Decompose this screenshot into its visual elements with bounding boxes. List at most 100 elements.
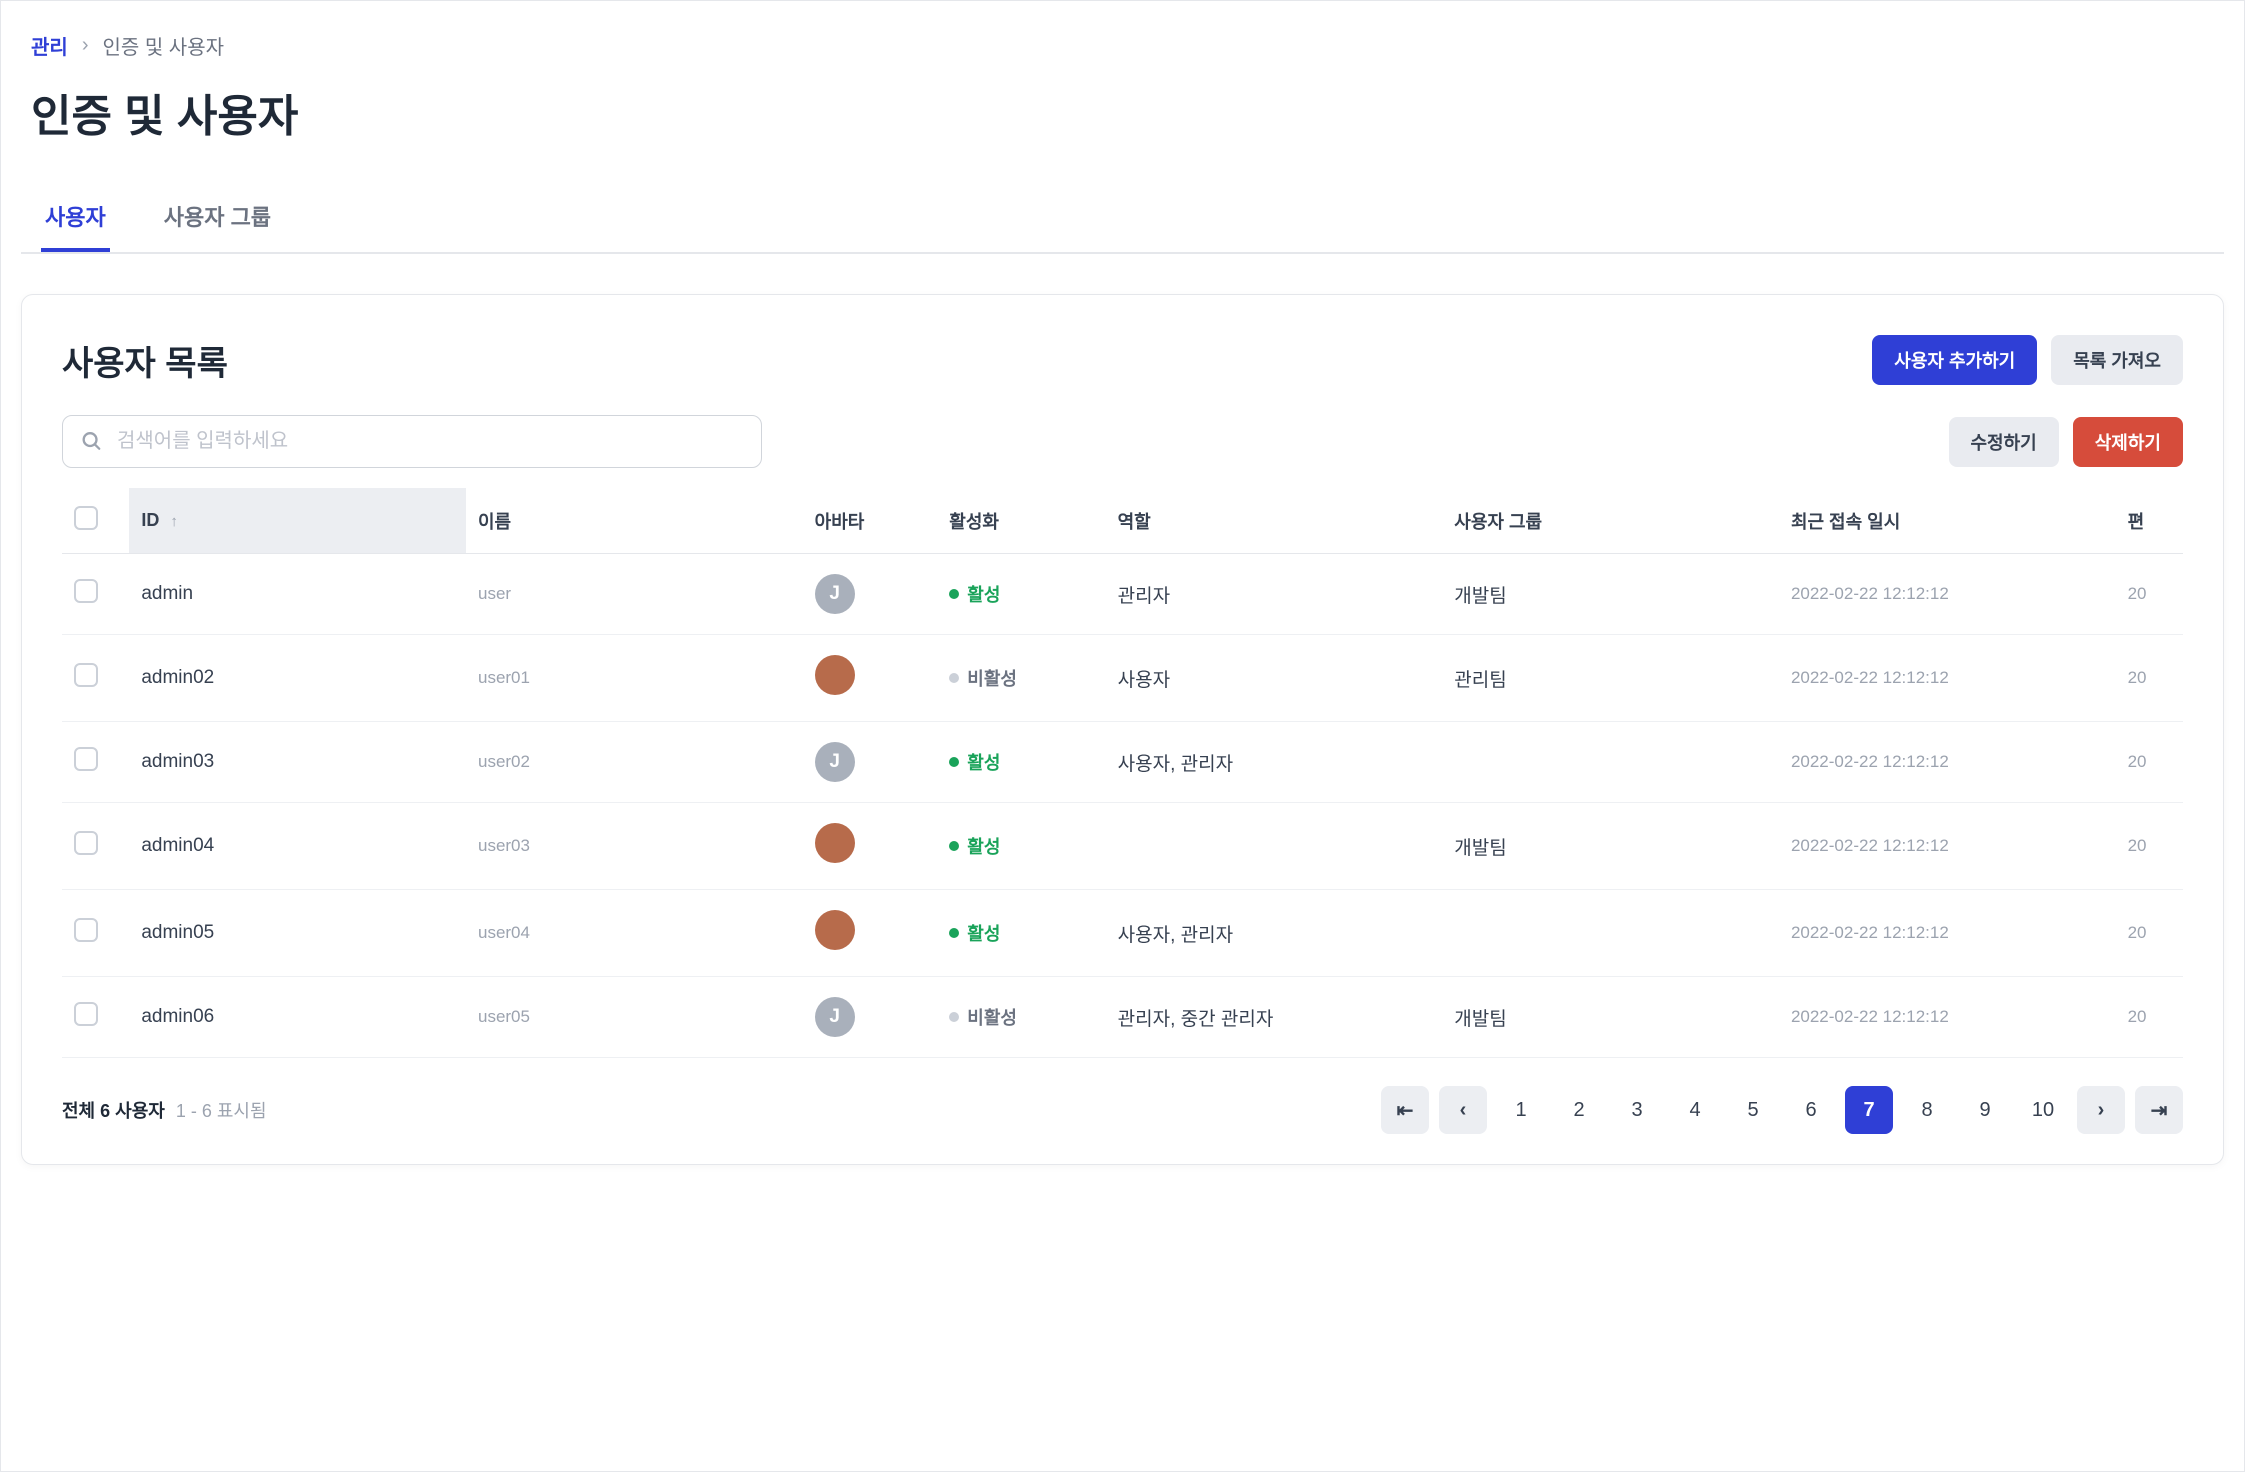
page-title: 인증 및 사용자 [31,80,2224,144]
status-dot-icon [949,841,959,851]
status-dot-icon [949,673,959,683]
table-row[interactable]: admin05user04 활성 사용자, 관리자 2022-02-22 12:12:… [62,890,2183,977]
avatar: J [815,574,855,614]
status-label: 비활성 [967,665,1017,691]
page-number[interactable]: 1 [1497,1086,1545,1134]
pagination-summary: 전체 6 사용자 1 - 6 표시됨 [62,1097,267,1123]
select-all-checkbox[interactable] [74,506,98,530]
cell-role: 관리자, 중간 관리자 [1106,977,1443,1058]
cell-role: 사용자, 관리자 [1106,890,1443,977]
col-id-label: ID [141,510,159,530]
cell-id: admin03 [129,722,466,803]
breadcrumb-current: 인증 및 사용자 [102,31,224,60]
cell-group: 개발팀 [1442,977,1779,1058]
page-next-button[interactable]: › [2077,1086,2125,1134]
col-last-login[interactable]: 최근 접속 일시 [1779,488,2116,554]
cell-extra: 20 [2116,722,2183,803]
cell-group: 관리팀 [1442,635,1779,722]
status-dot-icon [949,589,959,599]
cell-last-login: 2022-02-22 12:12:12 [1779,554,2116,635]
col-extra[interactable]: 편 [2116,488,2183,554]
row-actions: 수정하기 삭제하기 [1949,417,2184,467]
status-badge: 비활성 [949,1004,1017,1030]
status-badge: 활성 [949,581,1000,607]
add-user-button[interactable]: 사용자 추가하기 [1872,335,2037,385]
breadcrumb: 관리 › 인증 및 사용자 [21,31,2224,60]
cell-extra: 20 [2116,890,2183,977]
page-prev-button[interactable]: ‹ [1439,1086,1487,1134]
col-group[interactable]: 사용자 그룹 [1442,488,1779,554]
cell-extra: 20 [2116,554,2183,635]
status-label: 활성 [967,581,1000,607]
tab-1[interactable]: 사용자 그룹 [160,184,275,252]
col-avatar[interactable]: 아바타 [803,488,938,554]
cell-last-login: 2022-02-22 12:12:12 [1779,890,2116,977]
cell-id: admin [129,554,466,635]
page-last-button[interactable]: ⇥ [2135,1086,2183,1134]
table-row[interactable]: admin02user01비활성사용자관리팀2022-02-22 12:12:1… [62,635,2183,722]
row-checkbox[interactable] [74,918,98,942]
delete-button[interactable]: 삭제하기 [2073,417,2183,467]
breadcrumb-separator-icon: › [82,34,89,57]
row-checkbox[interactable] [74,663,98,687]
user-list-card: 사용자 목록 사용자 추가하기 목록 가져오 수정하기 삭제하기 [21,294,2224,1165]
status-badge: 활성 [949,920,1000,946]
col-active[interactable]: 활성화 [937,488,1105,554]
status-label: 활성 [967,833,1000,859]
summary-total: 전체 6 사용자 [62,1101,165,1121]
primary-actions: 사용자 추가하기 목록 가져오 [1872,335,2183,385]
col-name[interactable]: 이름 [466,488,803,554]
cell-role [1106,803,1443,890]
table-row[interactable]: admin04user03활성개발팀2022-02-22 12:12:1220 [62,803,2183,890]
page-number[interactable]: 4 [1671,1086,1719,1134]
col-check [62,488,129,554]
page-number[interactable]: 8 [1903,1086,1951,1134]
col-role[interactable]: 역할 [1106,488,1443,554]
status-dot-icon [949,1012,959,1022]
cell-id: admin05 [129,890,466,977]
table-body: adminuserJ활성관리자개발팀2022-02-22 12:12:1220a… [62,554,2183,1058]
cell-group [1442,890,1779,977]
cell-name: user03 [466,803,803,890]
cell-role: 사용자, 관리자 [1106,722,1443,803]
import-button[interactable]: 목록 가져오 [2051,335,2183,385]
cell-last-login: 2022-02-22 12:12:12 [1779,722,2116,803]
edit-button[interactable]: 수정하기 [1949,417,2059,467]
page-number[interactable]: 9 [1961,1086,2009,1134]
status-badge: 비활성 [949,665,1017,691]
cell-extra: 20 [2116,977,2183,1058]
table-row[interactable]: admin06user05J비활성관리자, 중간 관리자개발팀2022-02-2… [62,977,2183,1058]
row-checkbox[interactable] [74,747,98,771]
page-number[interactable]: 3 [1613,1086,1661,1134]
search-input[interactable] [62,415,762,468]
page-number[interactable]: 2 [1555,1086,1603,1134]
status-badge: 활성 [949,749,1000,775]
cell-id: admin02 [129,635,466,722]
table-row[interactable]: adminuserJ활성관리자개발팀2022-02-22 12:12:1220 [62,554,2183,635]
tab-0[interactable]: 사용자 [41,184,110,252]
page-number[interactable]: 6 [1787,1086,1835,1134]
page-number[interactable]: 5 [1729,1086,1777,1134]
cell-role: 관리자 [1106,554,1443,635]
page-first-button[interactable]: ⇤ [1381,1086,1429,1134]
avatar [815,823,855,863]
cell-name: user04 [466,890,803,977]
status-badge: 활성 [949,833,1000,859]
row-checkbox[interactable] [74,579,98,603]
row-checkbox[interactable] [74,831,98,855]
breadcrumb-root[interactable]: 관리 [31,31,68,60]
page-number[interactable]: 7 [1845,1086,1893,1134]
col-id[interactable]: ID ↑ [129,488,466,554]
page-number[interactable]: 10 [2019,1086,2067,1134]
card-title: 사용자 목록 [62,336,228,385]
cell-last-login: 2022-02-22 12:12:12 [1779,635,2116,722]
avatar: J [815,742,855,782]
cell-id: admin06 [129,977,466,1058]
cell-id: admin04 [129,803,466,890]
cell-name: user05 [466,977,803,1058]
table-row[interactable]: admin03user02J활성사용자, 관리자2022-02-22 12:12… [62,722,2183,803]
status-label: 활성 [967,749,1000,775]
pagination: ⇤‹12345678910›⇥ [1381,1086,2183,1134]
avatar [815,655,855,695]
row-checkbox[interactable] [74,1002,98,1026]
